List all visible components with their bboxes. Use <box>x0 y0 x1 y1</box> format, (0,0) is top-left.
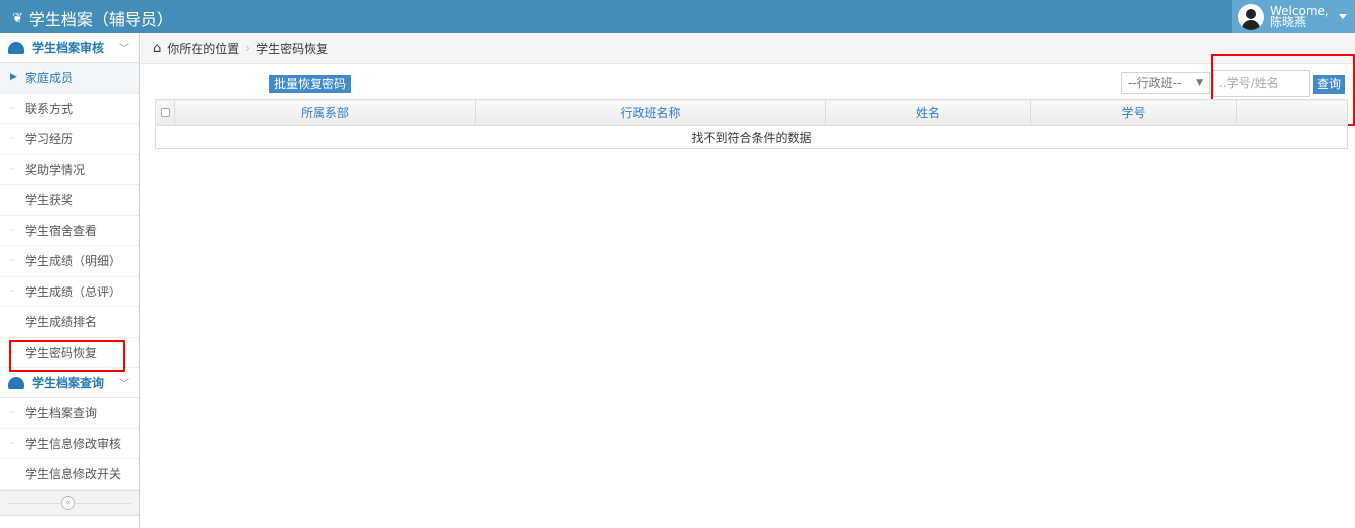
breadcrumb: ⌂ 你所在的位置 › 学生密码恢复 <box>141 33 1355 64</box>
dots-icon: ·· <box>10 408 16 417</box>
sidebar-item-modify-switch[interactable]: 学生信息修改开关 <box>0 459 139 490</box>
leaf-icon: ❦ <box>12 10 23 26</box>
avatar-icon <box>1238 3 1264 30</box>
dots-icon: ·· <box>10 438 16 448</box>
sidebar-item-awards[interactable]: 学生获奖 <box>0 185 139 216</box>
breadcrumb-separator-icon: › <box>245 41 251 55</box>
class-select[interactable]: --行政班-- ▼ <box>1121 72 1210 94</box>
home-icon[interactable]: ⌂ <box>153 41 161 56</box>
sidebar-collapse[interactable]: « <box>0 489 139 516</box>
sidebar-item-grades-overall[interactable]: ·· 学生成绩（总评） <box>0 277 139 307</box>
dropdown-arrow-icon: ▼ <box>1196 78 1203 88</box>
top-navbar: ❦ 学生档案（辅导员） Welcome, 陈晓燕 <box>0 0 1355 33</box>
breadcrumb-current: 学生密码恢复 <box>256 41 329 56</box>
sidebar-item-modify-review[interactable]: ·· 学生信息修改审核 <box>0 429 139 459</box>
item-label: 学生档案查询 <box>25 406 98 421</box>
batch-reset-password-button[interactable]: 批量恢复密码 <box>269 75 352 93</box>
empty-message: 找不到符合条件的数据 <box>155 125 1348 149</box>
section-label: 学生档案审核 <box>32 41 105 55</box>
sidebar-item-grades-detail[interactable]: ·· 学生成绩（明细） <box>0 246 139 277</box>
dots-icon: ·· <box>10 164 16 174</box>
app-title: 学生档案（辅导员） <box>28 10 173 29</box>
item-label: 学生成绩（总评） <box>25 284 122 299</box>
item-label: 学生信息修改审核 <box>25 436 122 451</box>
dashboard-icon <box>8 41 24 54</box>
caret-down-icon <box>1338 14 1347 19</box>
dots-icon: ·· <box>10 103 16 113</box>
item-label: 家庭成员 <box>25 71 74 86</box>
sidebar-section-review[interactable]: 学生档案审核 ﹀ <box>0 33 139 63</box>
item-label: 学生成绩排名 <box>25 315 98 330</box>
sidebar-item-archive-query[interactable]: ·· 学生档案查询 <box>0 398 139 429</box>
app-brand[interactable]: ❦ 学生档案（辅导员） <box>12 6 173 30</box>
table-row: 找不到符合条件的数据 <box>155 125 1348 149</box>
student-table: 所属系部 行政班名称 姓名 学号 找不到符合条件的数据 <box>155 99 1348 149</box>
item-label: 奖助学情况 <box>25 162 86 177</box>
double-chevron-left-icon[interactable]: « <box>61 495 75 510</box>
caret-right-icon: ▶ <box>10 72 17 82</box>
user-menu[interactable]: Welcome, 陈晓燕 <box>1232 0 1355 33</box>
col-class-name[interactable]: 行政班名称 <box>475 99 826 126</box>
item-label: 学生信息修改开关 <box>25 467 122 482</box>
sidebar-item-family[interactable]: ▶ 家庭成员 <box>0 63 139 94</box>
item-label: 学生宿舍查看 <box>25 223 98 238</box>
col-department[interactable]: 所属系部 <box>174 99 476 126</box>
col-actions <box>1236 99 1348 126</box>
item-label: 学生成绩（明细） <box>25 254 122 269</box>
item-label: 学习经历 <box>25 132 74 147</box>
dots-icon: ·· <box>10 225 16 235</box>
select-all-header[interactable] <box>155 99 175 126</box>
col-student-id[interactable]: 学号 <box>1030 99 1237 126</box>
sidebar-item-contact[interactable]: ·· 联系方式 <box>0 94 139 124</box>
sidebar: 学生档案审核 ﹀ ▶ 家庭成员 ·· 联系方式 ·· 学习经历 ·· 奖助学情况 学生获奖… <box>0 33 140 528</box>
item-label: 学生获奖 <box>25 193 74 208</box>
sidebar-item-grades-rank[interactable]: 学生成绩排名 <box>0 307 139 338</box>
sidebar-section-query[interactable]: 学生档案查询 ﹀ <box>0 368 139 398</box>
dots-icon: ·· <box>10 286 16 296</box>
dots-icon: ·· <box>10 134 16 143</box>
chevron-down-icon: ﹀ <box>119 44 129 55</box>
sidebar-item-study-history[interactable]: ·· 学习经历 <box>0 124 139 155</box>
highlight-box <box>9 340 125 372</box>
item-label: 联系方式 <box>25 101 74 116</box>
col-name[interactable]: 姓名 <box>825 99 1031 126</box>
section-label: 学生档案查询 <box>32 376 105 390</box>
select-value: --行政班-- <box>1128 76 1182 90</box>
select-all-checkbox[interactable] <box>160 107 170 117</box>
sidebar-item-scholarship[interactable]: ·· 奖助学情况 <box>0 155 139 185</box>
dashboard-icon <box>8 376 24 389</box>
chevron-down-icon: ﹀ <box>119 379 129 390</box>
user-name: 陈晓燕 <box>1270 14 1307 29</box>
sidebar-item-dorm[interactable]: ·· 学生宿舍查看 <box>0 216 139 246</box>
dots-icon: ·· <box>10 256 16 265</box>
table-header: 所属系部 行政班名称 姓名 学号 <box>155 99 1348 126</box>
breadcrumb-home[interactable]: 你所在的位置 <box>167 40 239 57</box>
